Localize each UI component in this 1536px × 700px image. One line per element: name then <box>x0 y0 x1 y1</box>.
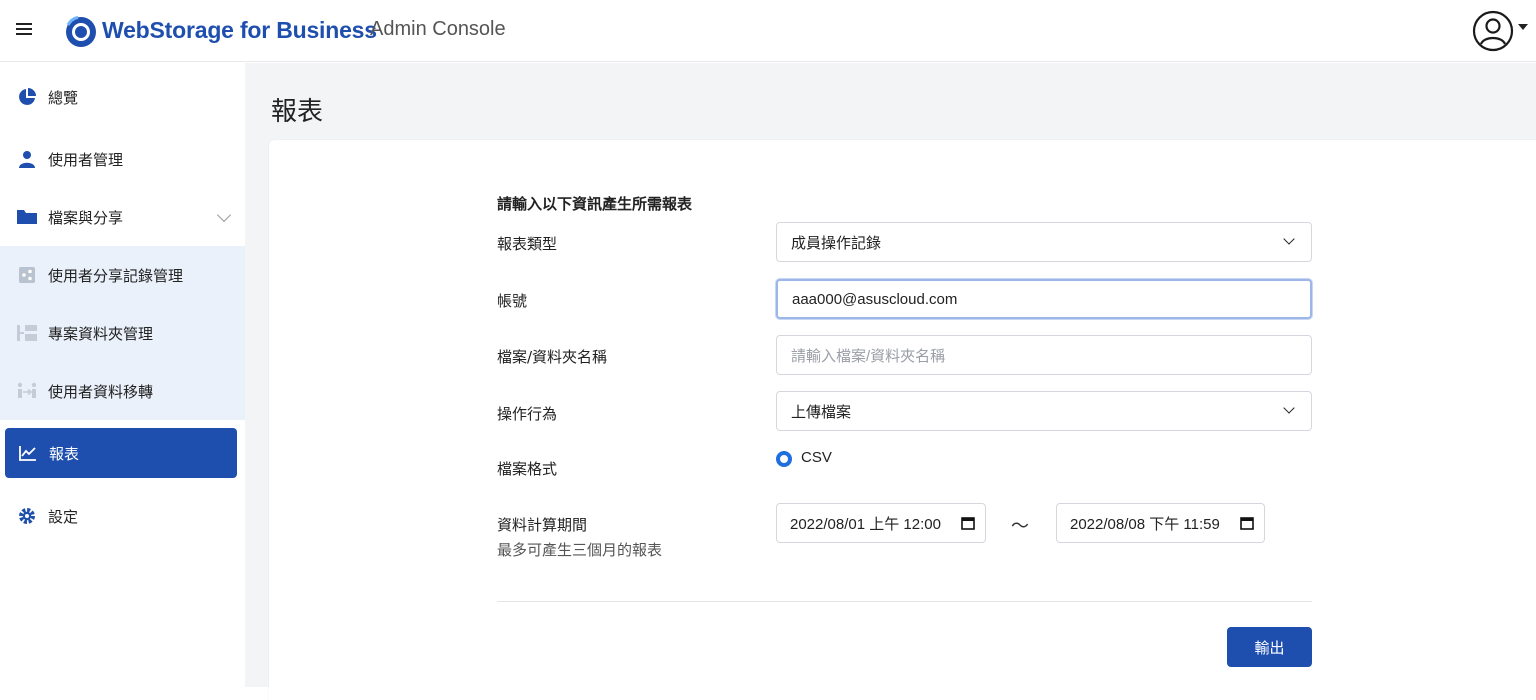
date-to-value: 2022/08/08 下午 11:59 <box>1070 515 1220 533</box>
page-title: 報表 <box>271 97 324 127</box>
transfer-icon <box>16 380 38 402</box>
filename-placeholder: 請輸入檔案/資料夾名稱 <box>791 347 946 365</box>
menu-icon[interactable] <box>14 20 34 40</box>
date-from-input[interactable]: 2022/08/01 上午 12:00 <box>776 503 986 543</box>
export-button[interactable]: 輸出 <box>1227 627 1312 667</box>
sidebar-item-label: 使用者管理 <box>48 150 124 169</box>
sidebar: 總覽 使用者管理 檔案與分享 使用者分享記錄管理 專案資料夾管理 使用者資料移轉 <box>0 63 245 687</box>
report-type-select[interactable]: 成員操作記錄 <box>776 222 1312 262</box>
brand-name: WebStorage for Business <box>102 17 377 43</box>
calendar-icon[interactable] <box>961 516 975 530</box>
sidebar-item-label: 報表 <box>49 444 80 463</box>
sidebar-item-label: 總覽 <box>48 88 79 107</box>
sidebar-item-share-records[interactable]: 使用者分享記錄管理 <box>0 246 245 304</box>
main-content: 報表 請輸入以下資訊產生所需報表 報表類型 成員操作記錄 帳號 aaa000@a… <box>245 63 1536 700</box>
user-avatar-icon[interactable] <box>1472 10 1514 52</box>
format-label: 檔案格式 <box>497 460 558 478</box>
share-icon <box>16 264 38 286</box>
account-label: 帳號 <box>497 292 528 310</box>
report-type-label: 報表類型 <box>497 235 558 253</box>
action-value: 上傳檔案 <box>791 403 852 421</box>
form-divider <box>497 601 1312 602</box>
report-type-value: 成員操作記錄 <box>791 234 882 252</box>
chevron-down-icon[interactable] <box>216 207 232 223</box>
account-value: aaa000@asuscloud.com <box>792 290 958 308</box>
form-intro: 請輸入以下資訊產生所需報表 <box>497 195 693 213</box>
sidebar-item-overview[interactable]: 總覽 <box>0 68 245 126</box>
sidebar-item-reports[interactable]: 報表 <box>5 428 237 478</box>
action-label: 操作行為 <box>497 405 558 423</box>
sidebar-item-data-transfer[interactable]: 使用者資料移轉 <box>0 362 245 420</box>
webstorage-logo-icon <box>66 15 96 47</box>
filename-label: 檔案/資料夾名稱 <box>497 348 608 366</box>
csv-radio-label[interactable]: CSV <box>801 449 832 466</box>
gear-icon <box>16 505 38 527</box>
console-subtitle: Admin Console <box>370 18 506 40</box>
chevron-down-icon <box>1283 233 1295 245</box>
chevron-down-icon <box>1283 402 1295 414</box>
action-select[interactable]: 上傳檔案 <box>776 391 1312 431</box>
sidebar-item-files-sharing[interactable]: 檔案與分享 <box>0 188 245 246</box>
line-chart-icon <box>17 442 39 464</box>
pie-chart-icon <box>16 86 38 108</box>
period-note: 最多可產生三個月的報表 <box>497 541 663 559</box>
csv-radio[interactable] <box>776 451 792 467</box>
report-form-card: 請輸入以下資訊產生所需報表 報表類型 成員操作記錄 帳號 aaa000@asus… <box>269 140 1536 700</box>
date-from-value: 2022/08/01 上午 12:00 <box>790 515 941 533</box>
period-label: 資料計算期間 <box>497 516 588 534</box>
top-bar: WebStorage for Business Admin Console <box>0 0 1536 62</box>
project-folder-icon <box>16 322 38 344</box>
sidebar-item-project-folders[interactable]: 專案資料夾管理 <box>0 304 245 362</box>
date-separator: ～ <box>1011 516 1029 537</box>
avatar-dropdown-caret-icon[interactable] <box>1518 24 1528 30</box>
sidebar-item-settings[interactable]: 設定 <box>0 487 245 545</box>
filename-input[interactable]: 請輸入檔案/資料夾名稱 <box>776 335 1312 375</box>
account-input[interactable]: aaa000@asuscloud.com <box>776 279 1312 319</box>
sidebar-item-label: 使用者資料移轉 <box>48 382 154 401</box>
sidebar-item-user-management[interactable]: 使用者管理 <box>0 130 245 188</box>
sidebar-item-label: 專案資料夾管理 <box>48 324 154 343</box>
folder-icon <box>16 206 38 228</box>
date-to-input[interactable]: 2022/08/08 下午 11:59 <box>1056 503 1265 543</box>
calendar-icon[interactable] <box>1240 516 1254 530</box>
sidebar-item-label: 檔案與分享 <box>48 208 124 227</box>
sidebar-item-label: 使用者分享記錄管理 <box>48 266 184 285</box>
sidebar-item-label: 設定 <box>48 507 79 526</box>
user-icon <box>16 148 38 170</box>
